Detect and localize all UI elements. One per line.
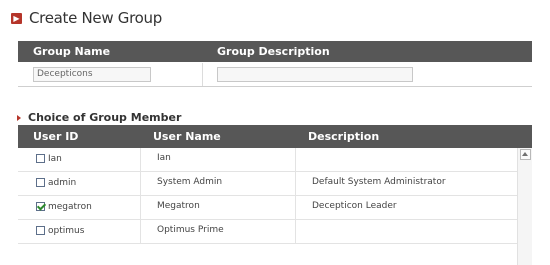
user-id-cell: admin xyxy=(48,178,77,188)
user-name-cell: System Admin xyxy=(157,177,223,187)
member-checkbox[interactable] xyxy=(36,178,45,187)
column-header-description: Description xyxy=(308,130,380,143)
bullet-triangle-icon xyxy=(17,114,21,121)
member-checkbox[interactable] xyxy=(36,154,45,163)
user-name-cell: Optimus Prime xyxy=(157,225,224,235)
user-name-cell: Ian xyxy=(157,153,171,163)
column-divider xyxy=(295,196,296,219)
user-name-cell: Megatron xyxy=(157,201,200,211)
group-name-header: Group Name xyxy=(33,45,111,58)
column-divider xyxy=(140,220,141,243)
column-divider xyxy=(140,196,141,219)
member-checkbox[interactable] xyxy=(36,226,45,235)
member-checkbox[interactable] xyxy=(36,202,45,211)
column-divider xyxy=(140,172,141,195)
member-section-title: Choice of Group Member xyxy=(17,111,181,124)
table-row[interactable]: admin System Admin Default System Admini… xyxy=(18,172,518,196)
user-id-cell: Ian xyxy=(48,154,62,164)
column-header-user-id: User ID xyxy=(33,130,79,143)
column-divider xyxy=(295,220,296,243)
table-row[interactable]: optimus Optimus Prime xyxy=(18,220,518,244)
column-divider xyxy=(295,148,296,171)
description-cell: Decepticon Leader xyxy=(312,201,397,211)
table-row[interactable]: Ian Ian xyxy=(18,148,518,172)
column-divider xyxy=(140,148,141,171)
group-description-input[interactable] xyxy=(217,67,413,82)
group-form-row: Decepticons xyxy=(18,63,532,87)
scroll-up-arrow-icon[interactable] xyxy=(520,149,531,160)
vertical-scrollbar[interactable] xyxy=(517,148,532,265)
arrow-icon: ▶ xyxy=(11,12,22,24)
user-id-cell: megatron xyxy=(48,202,92,212)
group-name-input[interactable]: Decepticons xyxy=(33,67,151,82)
member-table: Ian Ian admin System Admin Default Syste… xyxy=(18,148,532,265)
table-row[interactable]: megatron Megatron Decepticon Leader xyxy=(18,196,518,220)
column-divider xyxy=(202,63,203,86)
user-id-cell: optimus xyxy=(48,226,85,236)
group-description-header: Group Description xyxy=(217,45,330,58)
member-section-title-text: Choice of Group Member xyxy=(28,111,182,124)
group-header-bar: Group Name Group Description xyxy=(18,41,532,62)
column-divider xyxy=(295,172,296,195)
member-table-header: User ID User Name Description xyxy=(18,125,532,148)
column-header-user-name: User Name xyxy=(153,130,221,143)
page-title: ▶ Create New Group xyxy=(11,8,162,28)
description-cell: Default System Administrator xyxy=(312,177,446,187)
page-title-text: Create New Group xyxy=(29,9,162,27)
